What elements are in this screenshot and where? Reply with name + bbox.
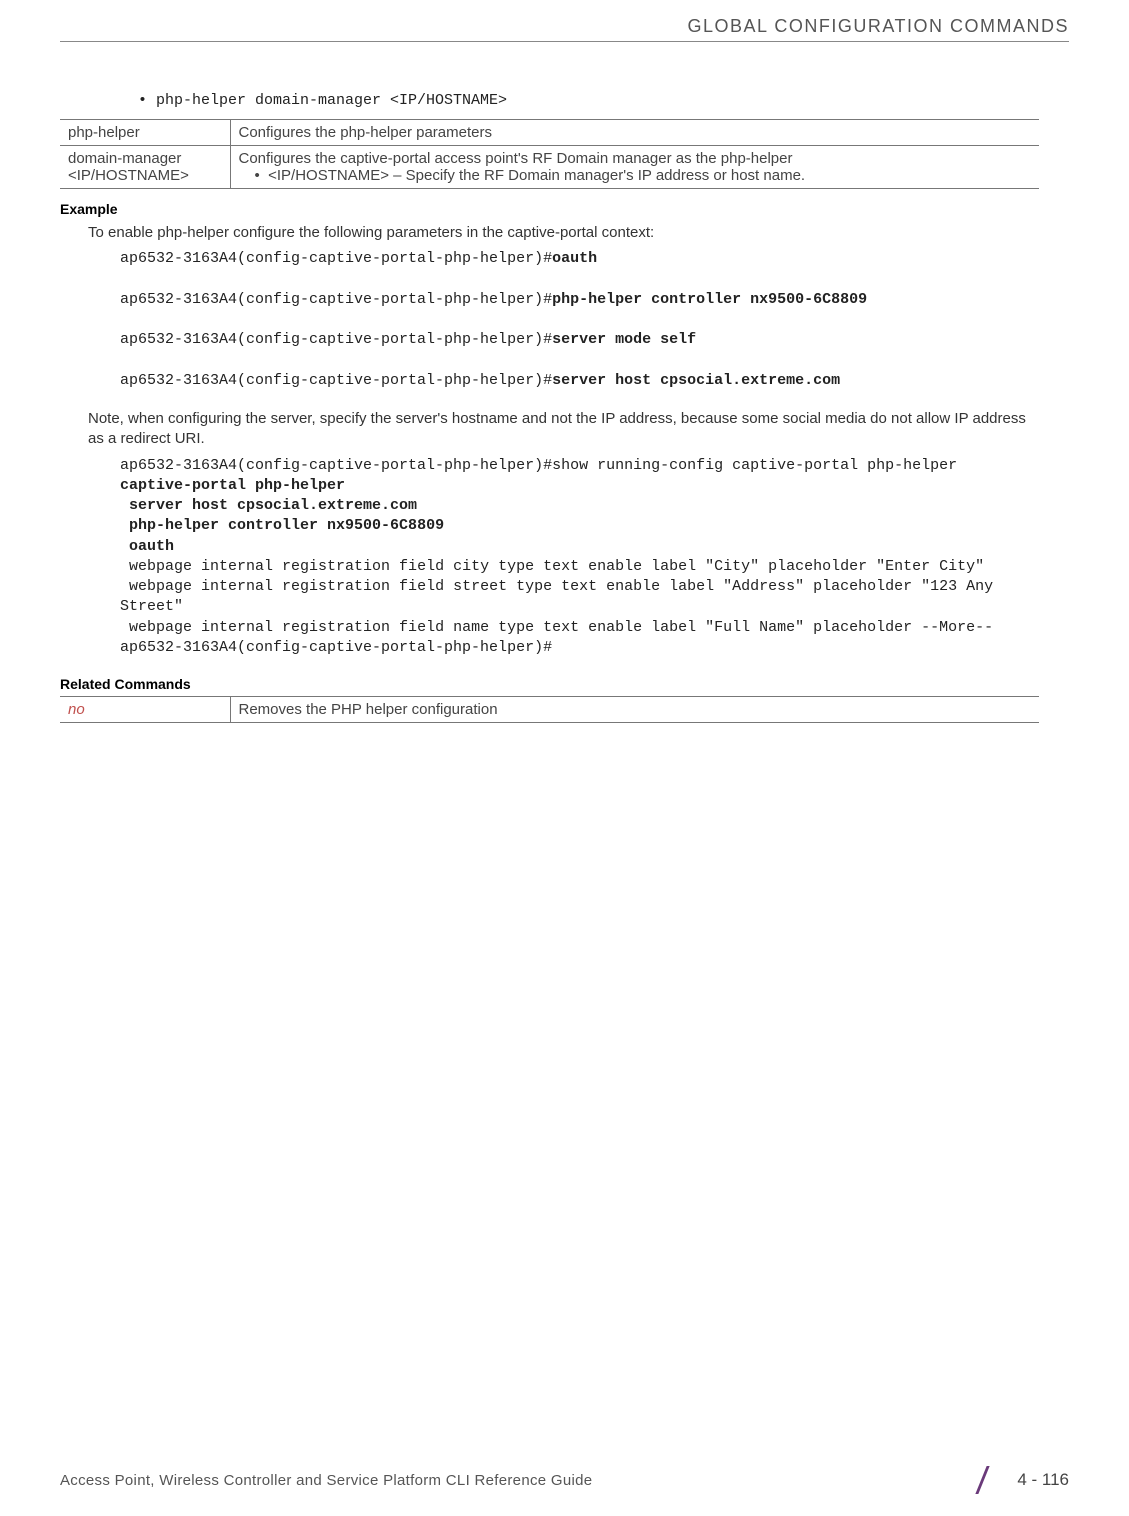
related-desc: Removes the PHP helper configuration: [230, 697, 1039, 723]
param-key: domain-manager <IP/HOSTNAME>: [60, 146, 230, 189]
page-number: 4 - 116: [1017, 1470, 1069, 1490]
code-plain: webpage internal registration field city…: [120, 558, 1002, 656]
example-intro: To enable php-helper configure the follo…: [88, 223, 1039, 243]
code-block: ap6532-3163A4(config-captive-portal-php-…: [120, 249, 1039, 391]
parameter-table: php-helper Configures the php-helper par…: [60, 119, 1039, 189]
related-commands-table: no Removes the PHP helper configuration: [60, 696, 1039, 723]
example-heading: Example: [60, 201, 1039, 217]
param-desc: Configures the captive-portal access poi…: [230, 146, 1039, 189]
page-content: • php-helper domain-manager <IP/HOSTNAME…: [0, 92, 1129, 723]
param-bullet-text: <IP/HOSTNAME> – Specify the RF Domain ma…: [268, 167, 805, 184]
code-bold: oauth: [552, 250, 597, 267]
code-plain: ap6532-3163A4(config-captive-portal-php-…: [120, 372, 552, 389]
code-plain: ap6532-3163A4(config-captive-portal-php-…: [120, 331, 552, 348]
code-plain: ap6532-3163A4(config-captive-portal-php-…: [120, 457, 957, 474]
code-block: ap6532-3163A4(config-captive-portal-php-…: [120, 456, 1039, 659]
code-bold: server mode self: [552, 331, 696, 348]
footer-title: Access Point, Wireless Controller and Se…: [60, 1472, 592, 1489]
code-bold: server host cpsocial.extreme.com: [552, 372, 840, 389]
param-key: php-helper: [60, 120, 230, 146]
syntax-line: • php-helper domain-manager <IP/HOSTNAME…: [138, 92, 1039, 109]
running-title: GLOBAL CONFIGURATION COMMANDS: [687, 16, 1069, 36]
code-plain: ap6532-3163A4(config-captive-portal-php-…: [120, 250, 552, 267]
slash-icon: [967, 1464, 999, 1496]
related-heading: Related Commands: [60, 676, 1039, 692]
code-bold: php-helper controller nx9500-6C8809: [552, 291, 867, 308]
table-row: domain-manager <IP/HOSTNAME> Configures …: [60, 146, 1039, 189]
header-divider: [60, 41, 1069, 42]
table-row: no Removes the PHP helper configuration: [60, 697, 1039, 723]
footer-right: 4 - 116: [967, 1464, 1069, 1496]
related-key: no: [60, 697, 230, 723]
running-header: GLOBAL CONFIGURATION COMMANDS: [0, 0, 1129, 41]
param-bullet: • <IP/HOSTNAME> – Specify the RF Domain …: [239, 167, 1032, 184]
example-note: Note, when configuring the server, speci…: [88, 409, 1039, 450]
code-plain: ap6532-3163A4(config-captive-portal-php-…: [120, 291, 552, 308]
param-desc: Configures the php-helper parameters: [230, 120, 1039, 146]
table-row: php-helper Configures the php-helper par…: [60, 120, 1039, 146]
code-bold: captive-portal php-helper server host cp…: [120, 477, 444, 555]
param-desc-text: Configures the captive-portal access poi…: [239, 150, 793, 167]
page-footer: Access Point, Wireless Controller and Se…: [0, 1464, 1129, 1496]
